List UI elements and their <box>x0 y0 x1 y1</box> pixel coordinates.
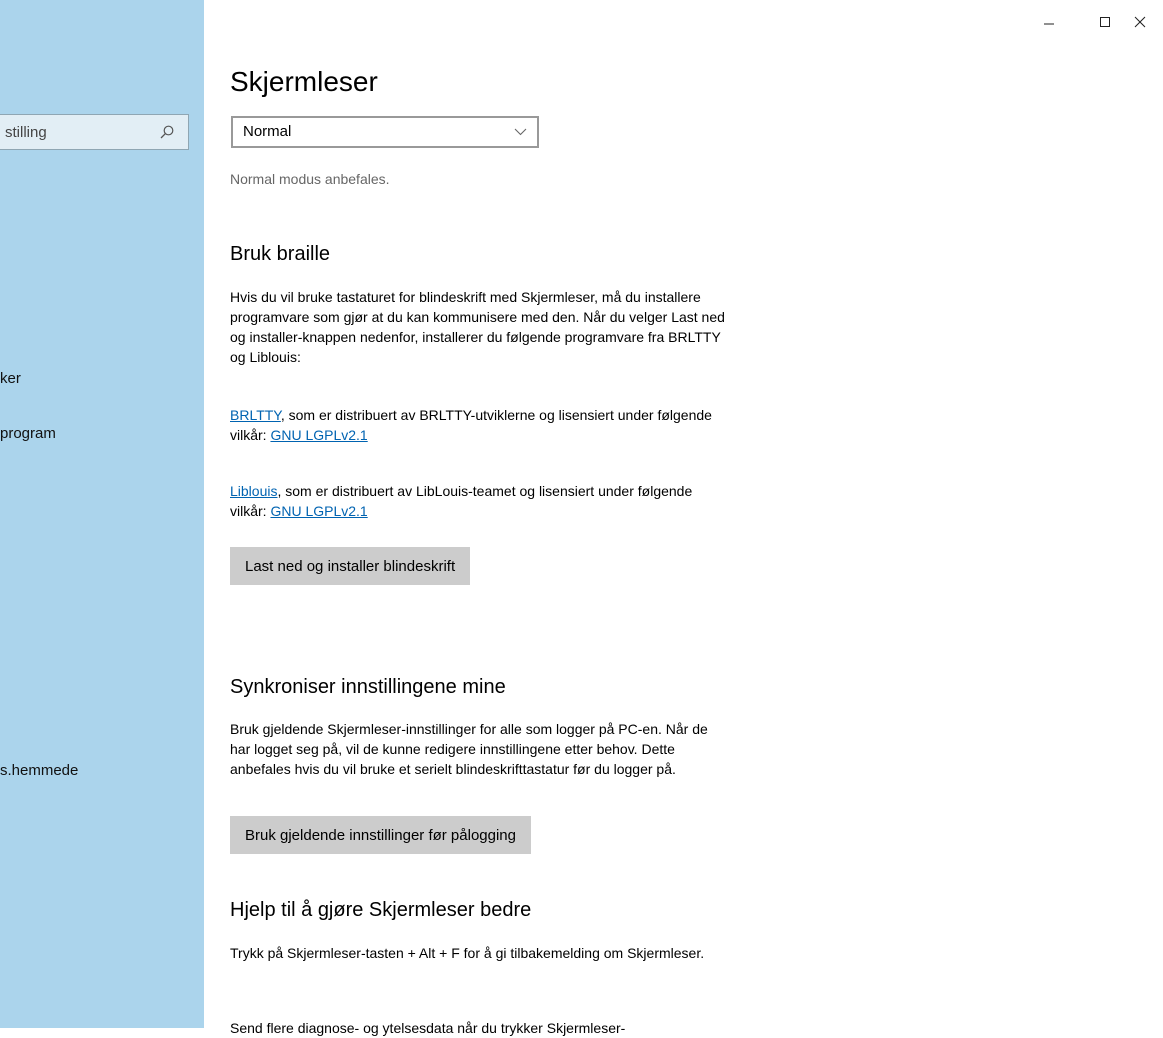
sync-text: Bruk gjeldende Skjermleser-innstillinger… <box>230 721 708 777</box>
close-icon <box>1134 16 1146 28</box>
page-title: Skjermleser <box>230 66 378 97</box>
minimize-button[interactable] <box>1026 6 1072 38</box>
apply-before-signin-button[interactable]: Bruk gjeldende innstillinger før påloggi… <box>230 816 531 854</box>
feedback-heading: Hjelp til å gjøre Skjermleser bedre <box>230 899 532 921</box>
close-button[interactable] <box>1117 6 1163 38</box>
search-box[interactable] <box>0 114 189 150</box>
mode-dropdown-value: Normal <box>243 123 292 140</box>
search-icon[interactable] <box>160 125 174 139</box>
liblouis-link[interactable]: Liblouis <box>230 483 277 499</box>
brltty-license-link[interactable]: GNU LGPLv2.1 <box>270 427 367 443</box>
sidebar-item-ker[interactable]: ker <box>0 368 21 390</box>
sidebar-item-hemmede[interactable]: s.hemmede <box>0 760 78 782</box>
liblouis-license-link[interactable]: GNU LGPLv2.1 <box>270 503 367 519</box>
feedback-text: Trykk på Skjermleser-tasten + Alt + F fo… <box>230 945 705 961</box>
braille-heading: Bruk braille <box>230 243 331 265</box>
sidebar: ker program s.hemmede <box>0 0 204 1028</box>
brltty-paragraph: BRLTTY, som er distribuert av BRLTTY-utv… <box>230 405 730 445</box>
braille-intro: Hvis du vil bruke tastaturet for blindes… <box>230 289 725 365</box>
mode-dropdown[interactable]: Normal <box>231 116 539 148</box>
maximize-icon <box>1100 17 1110 27</box>
search-input[interactable] <box>0 115 161 149</box>
sync-heading: Synkroniser innstillingene mine <box>230 676 506 698</box>
liblouis-paragraph: Liblouis, som er distribuert av LibLouis… <box>230 481 730 521</box>
brltty-link[interactable]: BRLTTY <box>230 407 281 423</box>
minimize-icon <box>1044 23 1054 25</box>
mode-hint: Normal modus anbefales. <box>230 171 390 187</box>
sidebar-item-program[interactable]: program <box>0 423 56 445</box>
chevron-down-icon <box>514 128 527 136</box>
install-braille-button[interactable]: Last ned og installer blindeskrift <box>230 547 471 585</box>
feedback-partial-text: Send flere diagnose- og ytelsesdata når … <box>230 1020 626 1036</box>
